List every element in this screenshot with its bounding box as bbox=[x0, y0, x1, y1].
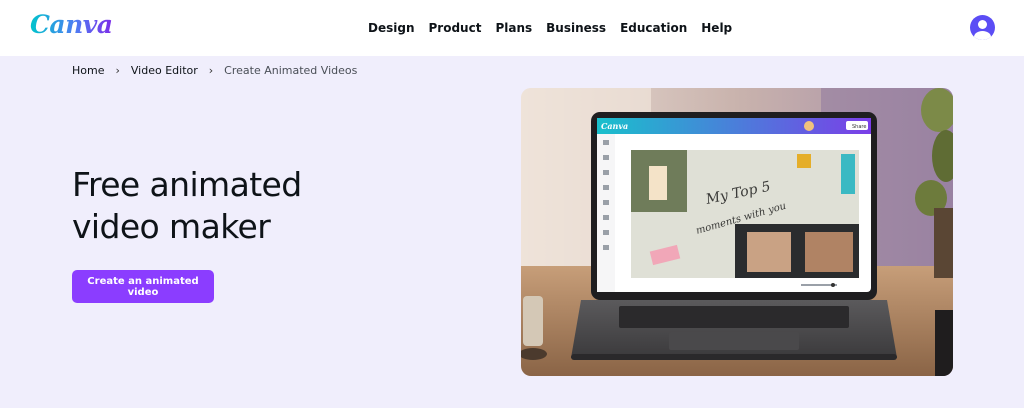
breadcrumb-video-editor[interactable]: Video Editor bbox=[131, 64, 198, 77]
chevron-right-icon: › bbox=[115, 64, 120, 77]
nav-education[interactable]: Education bbox=[620, 21, 687, 35]
nav-plans[interactable]: Plans bbox=[495, 21, 532, 35]
laptop-trackpad bbox=[669, 332, 799, 350]
hero-laptop-image: Canva Share My Top 5 moments with you bbox=[521, 88, 953, 376]
editor-share-button: Share bbox=[852, 124, 866, 130]
breadcrumb-home[interactable]: Home bbox=[72, 64, 104, 77]
laptop-illustration: Canva Share My Top 5 moments with you bbox=[521, 88, 953, 376]
nav-design[interactable]: Design bbox=[368, 21, 415, 35]
flower-sticker bbox=[797, 154, 811, 168]
editor-app-bar bbox=[597, 118, 871, 134]
nav-help[interactable]: Help bbox=[701, 21, 732, 35]
page-title: Free animated video maker bbox=[72, 165, 302, 246]
nav-product[interactable]: Product bbox=[429, 21, 482, 35]
tape-sticker bbox=[841, 154, 855, 194]
avatar-head bbox=[978, 20, 987, 29]
laptop: Canva Share My Top 5 moments with you bbox=[571, 112, 897, 360]
nav-business[interactable]: Business bbox=[546, 21, 606, 35]
laptop-keyboard bbox=[619, 306, 849, 328]
breadcrumb: Home › Video Editor › Create Animated Vi… bbox=[72, 64, 357, 77]
canva-logo[interactable]: Canva bbox=[30, 10, 113, 39]
editor-logo: Canva bbox=[601, 121, 628, 131]
breadcrumb-current: Create Animated Videos bbox=[224, 64, 358, 77]
create-animated-video-button[interactable]: Create an animated video bbox=[72, 270, 214, 303]
laptop-base bbox=[571, 354, 897, 360]
top-navigation-bar: Canva Design Product Plans Business Educ… bbox=[0, 0, 1024, 56]
avatar-shoulders bbox=[974, 31, 991, 40]
user-avatar-icon[interactable] bbox=[970, 15, 995, 40]
zoom-slider-handle bbox=[831, 283, 835, 287]
editor-user-icon bbox=[804, 121, 814, 131]
camera-object bbox=[935, 310, 953, 376]
chevron-right-icon: › bbox=[208, 64, 214, 77]
main-nav: Design Product Plans Business Education … bbox=[368, 0, 746, 56]
